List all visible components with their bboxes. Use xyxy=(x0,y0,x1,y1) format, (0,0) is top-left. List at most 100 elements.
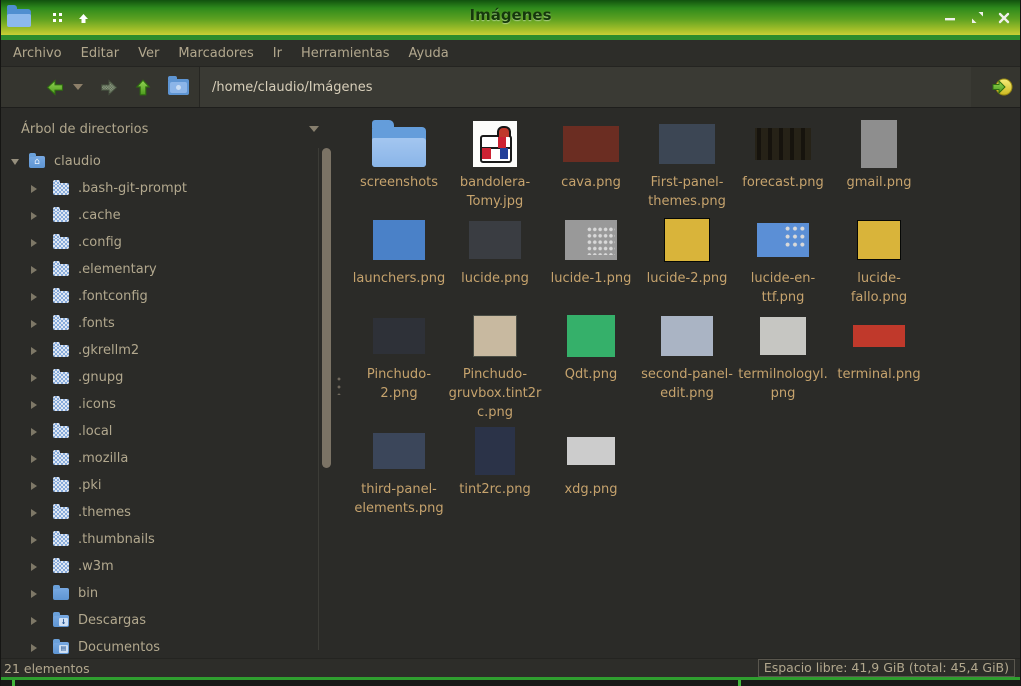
file-item-lucide-1-png[interactable]: lucide-1.png xyxy=(543,211,639,288)
expander-closed-icon[interactable] xyxy=(31,266,41,274)
menu-editar[interactable]: Editar xyxy=(81,46,120,61)
tree-item-themes[interactable]: .themes xyxy=(1,499,317,526)
menu-marcadores[interactable]: Marcadores xyxy=(178,46,253,61)
tree-item-mozilla[interactable]: .mozilla xyxy=(1,445,317,472)
titlebar[interactable]: Imágenes xyxy=(1,0,1020,40)
history-dropdown-icon[interactable] xyxy=(73,84,83,90)
folder-downloads-icon: ↓ xyxy=(53,615,69,627)
file-item-pinchudo-gruvbox-tint2rc-png[interactable]: Pinchudo-gruvbox.tint2rc.png xyxy=(447,307,543,422)
file-item-screenshots[interactable]: screenshots xyxy=(351,115,447,192)
folder-hidden-icon xyxy=(53,372,69,384)
file-item-lucide-2-png[interactable]: lucide-2.png xyxy=(639,211,735,288)
sidebar-scrollbar-thumb[interactable] xyxy=(322,148,331,468)
file-name-label: cava.png xyxy=(561,173,621,192)
tree-item-label: .gnupg xyxy=(78,370,123,385)
menu-ayuda[interactable]: Ayuda xyxy=(409,46,449,61)
folder-documents-icon: ▤ xyxy=(53,642,69,654)
file-name-label: tint2rc.png xyxy=(459,480,530,499)
thumbnail-pinchudo-gruvbox-tint2rc-png xyxy=(473,315,517,357)
file-item-tint2rc-png[interactable]: tint2rc.png xyxy=(447,422,543,499)
file-item-third-panel-elements-png[interactable]: third-panel-elements.png xyxy=(351,422,447,518)
forward-button[interactable] xyxy=(99,79,119,96)
tree-item-gkrellm2[interactable]: .gkrellm2 xyxy=(1,337,317,364)
menu-herramientas[interactable]: Herramientas xyxy=(301,46,390,61)
menu-ver[interactable]: Ver xyxy=(138,46,159,61)
file-name-label: lucide-2.png xyxy=(647,269,728,288)
file-name-label: Pinchudo-gruvbox.tint2rc.png xyxy=(449,365,542,422)
file-item-launchers-png[interactable]: launchers.png xyxy=(351,211,447,288)
tree-item-thumbnails[interactable]: .thumbnails xyxy=(1,526,317,553)
file-item-termilnologyl-png[interactable]: termilnologyl.png xyxy=(735,307,831,403)
tree-item-descargas[interactable]: ↓ Descargas xyxy=(1,607,317,634)
file-item-lucide-png[interactable]: lucide.png xyxy=(447,211,543,288)
expander-closed-icon[interactable] xyxy=(31,185,41,193)
expander-closed-icon[interactable] xyxy=(31,509,41,517)
file-item-pinchudo-2-png[interactable]: Pinchudo-2.png xyxy=(351,307,447,403)
expander-closed-icon[interactable] xyxy=(31,347,41,355)
expander-closed-icon[interactable] xyxy=(31,428,41,436)
file-item-forecast-png[interactable]: forecast.png xyxy=(735,115,831,192)
thumbnail-third-panel-elements-png xyxy=(373,433,425,469)
thumbnail-lucide-1-png xyxy=(565,220,617,260)
sidebar-mode-select[interactable]: Árbol de directorios xyxy=(1,108,337,146)
tree-item-documentos[interactable]: ▤Documentos xyxy=(1,634,317,658)
expander-closed-icon[interactable] xyxy=(31,239,41,247)
tree-item-label: .themes xyxy=(78,505,131,520)
tree-item-fonts[interactable]: .fonts xyxy=(1,310,317,337)
folder-hidden-icon xyxy=(53,318,69,330)
expander-open-icon[interactable] xyxy=(11,159,19,169)
folder-hidden-icon xyxy=(53,345,69,357)
thumbnail-launchers-png xyxy=(373,220,425,260)
file-item-lucide-fallo-png[interactable]: lucide-fallo.png xyxy=(831,211,927,307)
file-item-gmail-png[interactable]: gmail.png xyxy=(831,115,927,192)
tree-item-label: Descargas xyxy=(78,613,146,628)
path-bar[interactable]: /home/claudio/Imágenes xyxy=(199,67,971,107)
tree-item-icons[interactable]: .icons xyxy=(1,391,317,418)
file-item-second-panel-edit-png[interactable]: second-panel-edit.png xyxy=(639,307,735,403)
expander-closed-icon[interactable] xyxy=(31,320,41,328)
tree-item-fontconfig[interactable]: .fontconfig xyxy=(1,283,317,310)
tree-item-pki[interactable]: .pki xyxy=(1,472,317,499)
file-item-lucide-en-ttf-png[interactable]: lucide-en-ttf.png xyxy=(735,211,831,307)
tree-item-cache[interactable]: .cache xyxy=(1,202,317,229)
thumbnail-lucide-png xyxy=(469,221,521,259)
expander-closed-icon[interactable] xyxy=(31,617,41,625)
folder-icon xyxy=(372,115,426,173)
tree-item-bin[interactable]: bin xyxy=(1,580,317,607)
expander-closed-icon[interactable] xyxy=(31,374,41,382)
close-button[interactable] xyxy=(996,10,1012,26)
file-item-xdg-png[interactable]: xdg.png xyxy=(543,422,639,499)
expander-closed-icon[interactable] xyxy=(31,401,41,409)
expander-closed-icon[interactable] xyxy=(31,212,41,220)
open-folder-button[interactable] xyxy=(168,79,189,95)
up-button[interactable] xyxy=(134,78,152,97)
directory-tree: ⌂claudio.bash-git-prompt.cache.config.el… xyxy=(1,148,317,658)
tree-item-w3m[interactable]: .w3m xyxy=(1,553,317,580)
tree-item-elementary[interactable]: .elementary xyxy=(1,256,317,283)
tree-item-bash-git-prompt[interactable]: .bash-git-prompt xyxy=(1,175,317,202)
expander-closed-icon[interactable] xyxy=(31,563,41,571)
expander-closed-icon[interactable] xyxy=(31,455,41,463)
tree-item-local[interactable]: .local xyxy=(1,418,317,445)
go-button[interactable] xyxy=(990,77,1014,97)
menu-ir[interactable]: Ir xyxy=(273,46,282,61)
expander-closed-icon[interactable] xyxy=(31,644,41,652)
expander-closed-icon[interactable] xyxy=(31,536,41,544)
minimize-button[interactable] xyxy=(942,10,958,26)
tree-item-gnupg[interactable]: .gnupg xyxy=(1,364,317,391)
menu-archivo[interactable]: Archivo xyxy=(13,46,62,61)
file-thumbnail xyxy=(853,307,905,365)
expander-closed-icon[interactable] xyxy=(31,293,41,301)
file-item-first-panel-themes-png[interactable]: First-panel-themes.png xyxy=(639,115,735,211)
expander-closed-icon[interactable] xyxy=(31,590,41,598)
maximize-button[interactable] xyxy=(969,10,985,26)
tree-item-claudio[interactable]: ⌂claudio xyxy=(1,148,317,175)
back-button[interactable] xyxy=(45,79,65,96)
file-item-bandolera-tomy-jpg[interactable]: bandolera-Tomy.jpg xyxy=(447,115,543,211)
tree-item-config[interactable]: .config xyxy=(1,229,317,256)
file-item-qdt-png[interactable]: Qdt.png xyxy=(543,307,639,384)
file-item-terminal-png[interactable]: terminal.png xyxy=(831,307,927,384)
file-item-cava-png[interactable]: cava.png xyxy=(543,115,639,192)
expander-closed-icon[interactable] xyxy=(31,482,41,490)
sidebar-scrollbar-track[interactable] xyxy=(318,148,319,650)
